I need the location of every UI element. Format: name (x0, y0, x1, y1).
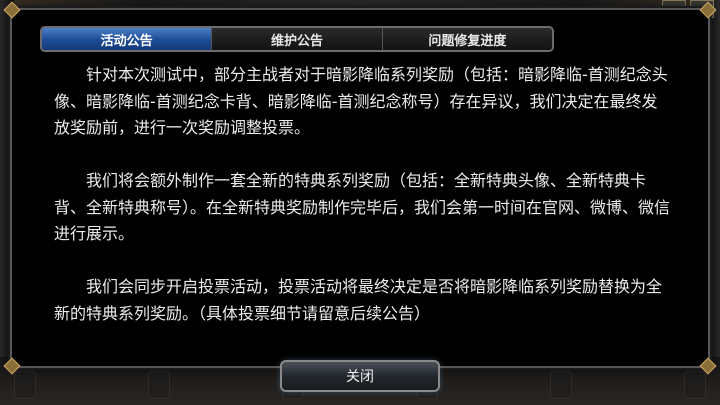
announcement-paragraph: 我们将会额外制作一套全新的特典系列奖励（包括：全新特典头像、全新特典卡背、全新特… (54, 171, 671, 243)
announcement-paragraph: 针对本次测试中，部分主战者对于暗影降临系列奖励（包括：暗影降临-首测纪念头像、暗… (54, 65, 668, 137)
tab-bugfix-progress[interactable]: 问题修复进度 (382, 28, 552, 50)
game-toolbar-item (148, 371, 170, 399)
tab-activity[interactable]: 活动公告 (42, 28, 213, 50)
announcement-tabs: 活动公告 维护公告 问题修复进度 (40, 26, 554, 52)
game-toolbar-item (684, 371, 706, 399)
tab-maintenance[interactable]: 维护公告 (212, 28, 383, 50)
announcement-body: 针对本次测试中，部分主战者对于暗影降临系列奖励（包括：暗影降临-首测纪念头像、暗… (54, 62, 672, 354)
announcement-paragraph: 我们会同步开启投票活动，投票活动将最终决定是否将暗影降临系列奖励替换为全新的特典… (54, 277, 663, 323)
game-toolbar-item (14, 371, 36, 399)
game-toolbar-item (550, 371, 572, 399)
close-button[interactable]: 关闭 (280, 360, 440, 392)
